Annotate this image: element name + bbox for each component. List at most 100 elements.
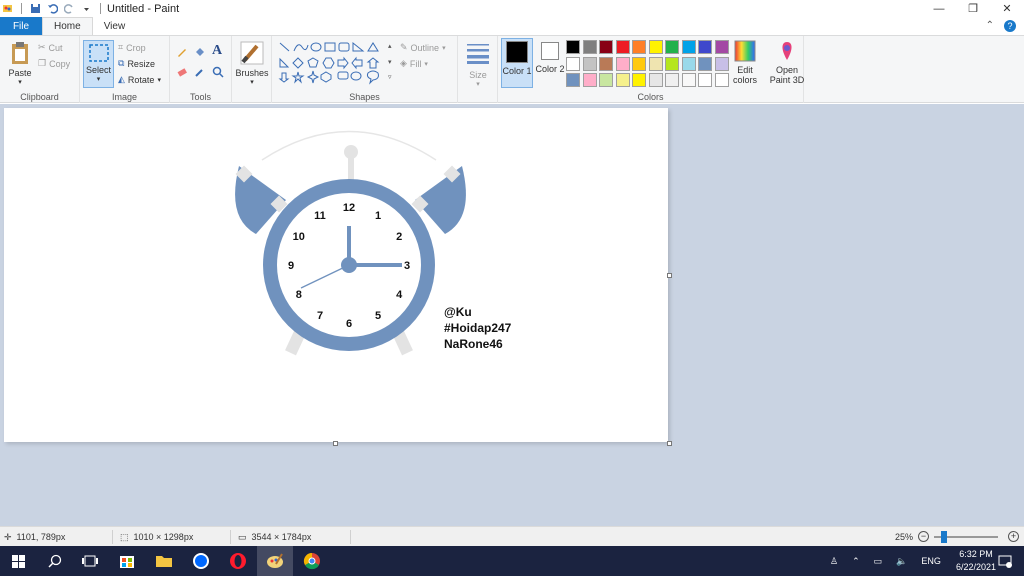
crop-button[interactable]: ⌗ Crop: [118, 42, 146, 53]
color-swatch[interactable]: [648, 40, 663, 54]
fill-button[interactable]: ◈ Fill ▾: [400, 58, 428, 69]
save-icon[interactable]: [30, 3, 41, 14]
color-swatch[interactable]: [698, 40, 712, 54]
color1-button[interactable]: Color 1: [501, 38, 533, 88]
color-swatch[interactable]: [599, 73, 613, 87]
color-swatch[interactable]: [632, 40, 646, 54]
resize-handle-right[interactable]: [667, 273, 672, 278]
color-swatch[interactable]: [665, 56, 679, 71]
color-swatch[interactable]: [615, 40, 630, 54]
color-swatch[interactable]: [582, 40, 597, 54]
fill-label: Fill: [409, 58, 422, 69]
color-swatch[interactable]: [698, 73, 712, 87]
resize-icon: ⧉: [118, 58, 125, 68]
text-tool-icon[interactable]: A: [212, 43, 222, 59]
taskbar-zalo[interactable]: [183, 546, 219, 576]
shapes-scroll-up-icon[interactable]: ▴: [388, 42, 392, 50]
size-button[interactable]: Size ▾: [463, 42, 493, 90]
fill-bucket-icon[interactable]: [194, 46, 206, 58]
color-swatch[interactable]: [681, 40, 696, 54]
resize-handle-bottom[interactable]: [333, 441, 338, 446]
open-paint3d-button[interactable]: Open Paint 3D: [766, 40, 808, 85]
minimize-button[interactable]: —: [922, 0, 956, 17]
redo-icon[interactable]: [64, 3, 75, 14]
shapes-gallery[interactable]: [278, 41, 390, 91]
color-swatch[interactable]: [566, 73, 580, 87]
pencil-icon[interactable]: [176, 46, 188, 58]
magnifier-icon[interactable]: [212, 66, 224, 78]
color-swatch[interactable]: [714, 40, 729, 54]
notifications-button[interactable]: [990, 546, 1020, 576]
color-swatch[interactable]: [632, 56, 646, 71]
system-tray: ♙ ⌃ ▭ 🔈 ENG: [830, 546, 941, 576]
opera-icon: [230, 553, 246, 569]
shapes-scroll-down-icon[interactable]: ▾: [388, 58, 392, 66]
clock-number: 8: [296, 289, 302, 301]
color-swatch[interactable]: [599, 56, 613, 71]
color-swatch[interactable]: [566, 40, 580, 54]
tab-view[interactable]: View: [93, 17, 137, 35]
select-button[interactable]: Select ▾: [83, 40, 114, 88]
task-view-button[interactable]: [72, 546, 108, 576]
dropdown-arrow-icon: ▾: [250, 79, 254, 86]
people-icon[interactable]: ♙: [830, 556, 838, 567]
help-icon[interactable]: ?: [1004, 20, 1016, 32]
color-swatch[interactable]: [566, 56, 580, 71]
search-button[interactable]: [37, 546, 73, 576]
taskbar-chrome[interactable]: [294, 546, 330, 576]
drawing-canvas[interactable]: 12 1 2 3 4 5 6 7 8 9 10 11 @Ku #Hoidap247 NaRone46: [4, 108, 668, 442]
zoom-slider-thumb[interactable]: [941, 531, 947, 543]
cut-button[interactable]: ✂ Cut: [38, 42, 63, 53]
dropdown-arrow-icon: ▾: [476, 81, 480, 88]
eraser-icon[interactable]: [176, 66, 188, 78]
color-swatch[interactable]: [714, 73, 729, 87]
tab-file[interactable]: File: [0, 17, 42, 35]
color-swatch[interactable]: [681, 73, 696, 87]
zoom-in-button[interactable]: +: [1008, 531, 1019, 542]
show-hidden-icons-icon[interactable]: ⌃: [852, 556, 860, 567]
color-swatch[interactable]: [615, 56, 630, 71]
restore-button[interactable]: ❐: [956, 0, 990, 17]
taskbar-paint[interactable]: [257, 546, 293, 576]
copy-button[interactable]: ❐ Copy: [38, 58, 70, 69]
collapse-ribbon-icon[interactable]: ⌃: [986, 20, 994, 32]
color-swatch[interactable]: [665, 73, 679, 87]
outline-button[interactable]: ✎ Outline ▾: [400, 42, 446, 53]
color-swatch[interactable]: [582, 56, 597, 71]
edit-colors-button[interactable]: Edit colors: [730, 40, 760, 85]
start-button[interactable]: [0, 546, 36, 576]
color-picker-icon[interactable]: [194, 66, 206, 78]
resize-button[interactable]: ⧉ Resize: [118, 58, 155, 69]
battery-icon[interactable]: ▭: [874, 556, 883, 567]
customize-toolbar-icon[interactable]: [81, 3, 92, 14]
brushes-label: Brushes: [235, 68, 269, 78]
resize-handle-corner[interactable]: [667, 441, 672, 446]
brushes-button[interactable]: Brushes ▾: [235, 40, 269, 88]
color-swatch[interactable]: [582, 73, 597, 87]
color2-swatch: [541, 42, 559, 60]
close-button[interactable]: ✕: [990, 0, 1024, 17]
paste-button[interactable]: Paste ▾: [6, 40, 34, 88]
undo-icon[interactable]: [47, 3, 58, 14]
language-indicator[interactable]: ENG: [921, 556, 941, 566]
color-swatch[interactable]: [714, 56, 729, 71]
color-swatch[interactable]: [648, 73, 663, 87]
clock-number: 4: [396, 289, 403, 301]
color-swatch[interactable]: [698, 56, 712, 71]
zoom-out-button[interactable]: −: [918, 531, 929, 542]
color-swatch[interactable]: [632, 73, 646, 87]
color-swatch[interactable]: [648, 56, 663, 71]
tab-home[interactable]: Home: [42, 17, 93, 35]
rotate-button[interactable]: ◭ Rotate ▾: [118, 74, 161, 85]
clock-number: 2: [396, 231, 402, 243]
color-swatch[interactable]: [681, 56, 696, 71]
taskbar-app-store[interactable]: [109, 546, 145, 576]
taskbar-opera[interactable]: [220, 546, 256, 576]
color-swatch[interactable]: [599, 40, 613, 54]
shapes-expand-icon[interactable]: ▿: [388, 73, 392, 81]
color-swatch[interactable]: [615, 73, 630, 87]
color2-button[interactable]: Color 2: [535, 40, 565, 74]
taskbar-file-explorer[interactable]: [146, 546, 182, 576]
color-swatch[interactable]: [665, 40, 679, 54]
volume-icon[interactable]: 🔈: [896, 556, 907, 567]
